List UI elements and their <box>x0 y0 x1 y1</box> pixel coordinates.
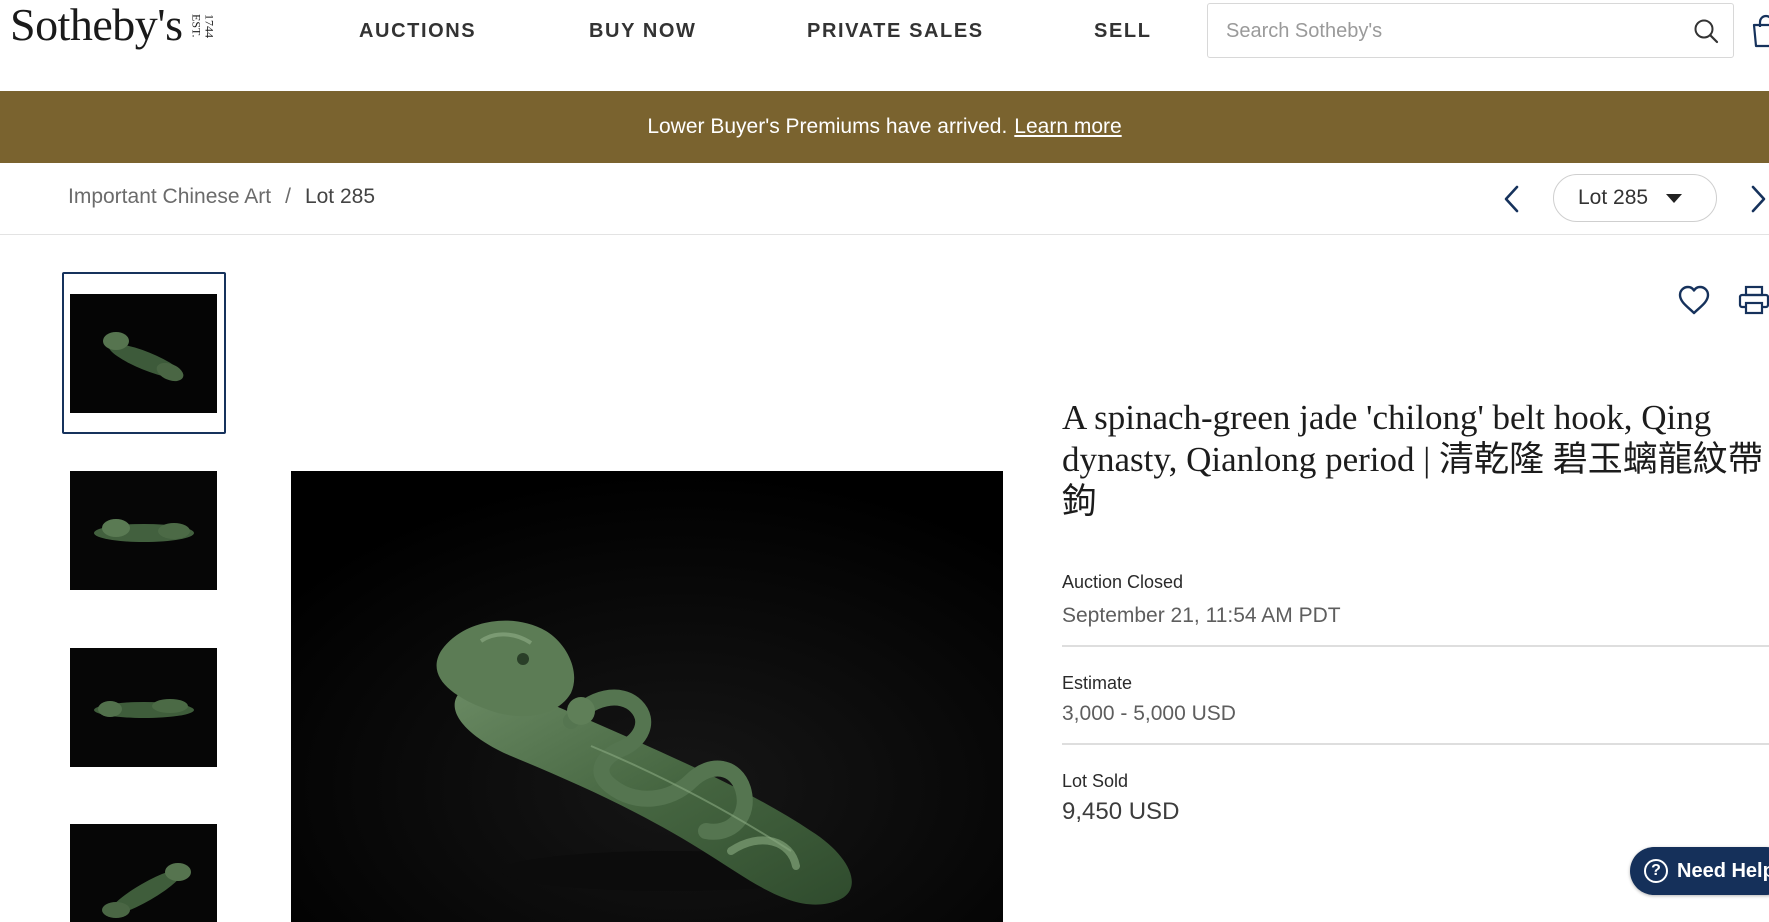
lot-sold-price: 9,450 USD <box>1062 798 1180 825</box>
breadcrumb-auction-link[interactable]: Important Chinese Art <box>68 185 271 209</box>
sothebys-logo[interactable]: Sotheby's EST. 1744 <box>10 0 217 60</box>
lot-navigation-bar: Important Chinese Art / Lot 285 Lot 285 <box>0 163 1769 235</box>
jade-belt-hook-image-icon <box>291 471 1003 922</box>
need-help-label: Need Help <box>1677 859 1769 882</box>
thumbnail-1[interactable] <box>70 294 217 413</box>
jade-belt-hook-thumbnail-icon <box>70 294 217 413</box>
breadcrumb-current-lot: Lot 285 <box>304 185 376 208</box>
need-help-button[interactable]: ? Need Help <box>1630 847 1769 895</box>
thumbnail-2[interactable] <box>70 471 217 590</box>
jade-belt-hook-thumbnail-icon <box>70 471 217 590</box>
site-header: Sotheby's EST. 1744 AUCTIONS BUY NOW PRI… <box>0 0 1769 91</box>
caret-down-icon <box>1666 193 1683 203</box>
shopping-bag-icon[interactable] <box>1751 14 1769 48</box>
nav-auctions[interactable]: AUCTIONS <box>359 20 476 43</box>
nav-sell[interactable]: SELL <box>1094 20 1152 43</box>
auction-closed-date: September 21, 11:54 AM PDT <box>1062 604 1341 627</box>
jade-belt-hook-thumbnail-icon <box>70 648 217 767</box>
print-icon[interactable] <box>1738 284 1769 316</box>
lot-title: A spinach-green jade 'chilong' belt hook… <box>1062 398 1763 521</box>
logo-wordmark: Sotheby's <box>10 0 183 50</box>
breadcrumb-separator: / <box>285 185 291 208</box>
estimate-value: 3,000 - 5,000 USD <box>1062 702 1236 725</box>
lot-selector-value: Lot 285 <box>1578 186 1649 209</box>
divider <box>1062 645 1769 647</box>
thumbnail-3[interactable] <box>70 648 217 767</box>
lot-selector-dropdown[interactable]: Lot 285 <box>1553 174 1717 222</box>
promo-banner: Lower Buyer's Premiums have arrived. Lea… <box>0 91 1769 163</box>
learn-more-link[interactable]: Learn more <box>1014 115 1121 139</box>
breadcrumb: Important Chinese Art / Lot 285 <box>68 185 375 209</box>
search-icon[interactable] <box>1693 18 1719 44</box>
auction-status-label: Auction Closed <box>1062 572 1184 592</box>
question-mark-icon: ? <box>1644 859 1668 883</box>
logo-est-mark: EST. 1744 <box>189 14 217 38</box>
nav-buy-now[interactable]: BUY NOW <box>589 20 697 43</box>
favorite-heart-icon[interactable] <box>1678 285 1710 315</box>
nav-private-sales[interactable]: PRIVATE SALES <box>807 20 984 43</box>
main-lot-image[interactable] <box>291 471 1003 922</box>
thumbnail-4[interactable] <box>70 824 217 922</box>
search-box <box>1207 3 1734 58</box>
previous-lot-chevron-icon[interactable] <box>1500 183 1524 215</box>
lot-sold-label: Lot Sold <box>1062 771 1129 791</box>
estimate-label: Estimate <box>1062 673 1133 693</box>
banner-text: Lower Buyer's Premiums have arrived. <box>647 115 1008 138</box>
divider <box>1062 743 1769 745</box>
search-input[interactable] <box>1224 12 1668 50</box>
next-lot-chevron-icon[interactable] <box>1746 183 1769 215</box>
jade-belt-hook-thumbnail-icon <box>70 824 217 922</box>
